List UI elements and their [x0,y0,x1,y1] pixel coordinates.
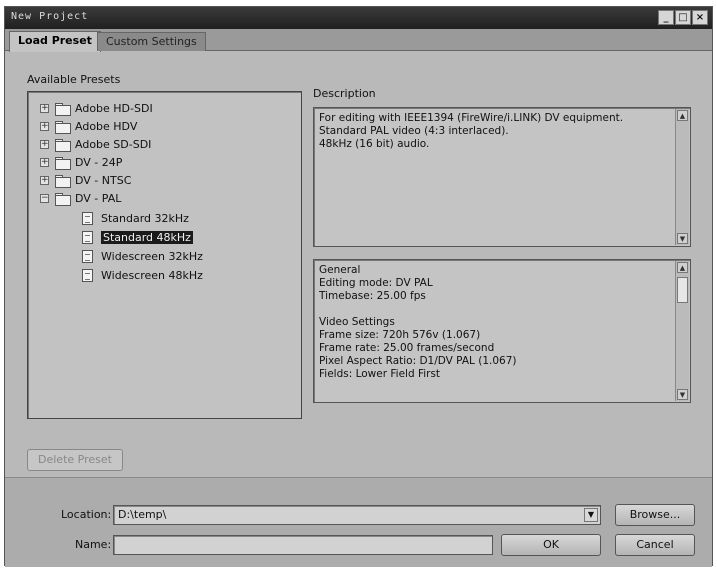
folder-icon [55,102,71,116]
title-bar[interactable]: New Project _ □ × [5,7,712,29]
delete-preset-button[interactable]: Delete Preset [27,449,123,471]
tree-item-label: DV - 24P [75,155,123,169]
tree-preset-widescreen-32khz[interactable]: Widescreen 32kHz [82,248,203,264]
tree-item-label: DV - NTSC [75,173,132,187]
cancel-button[interactable]: Cancel [615,534,695,556]
maximize-button[interactable]: □ [675,10,691,25]
settings-line: Pixel Aspect Ratio: D1/DV PAL (1.067) [319,355,517,367]
tree-item-label: Adobe HDV [75,119,138,133]
preset-file-icon [82,268,93,282]
settings-line: Frame size: 720h 576v (1.067) [319,329,481,341]
preset-file-icon [82,211,93,225]
chevron-down-icon[interactable]: ▼ [584,508,598,522]
window-title: New Project [11,11,89,22]
description-line: 48kHz (16 bit) audio. [319,138,430,150]
tree-preset-widescreen-48khz[interactable]: Widescreen 48kHz [82,267,203,283]
expand-icon[interactable]: + [40,175,49,185]
name-label: Name: [75,538,112,551]
tab-load-preset[interactable]: Load Preset [9,31,101,52]
collapse-icon[interactable]: − [40,193,49,203]
folder-icon [55,174,71,188]
settings-line: Editing mode: DV PAL [319,277,433,289]
folder-open-icon [55,192,71,206]
location-dropdown[interactable]: D:\temp\ ▼ [113,505,601,525]
tree-item-label: Widescreen 32kHz [101,249,203,263]
tree-folder-dv-ntsc[interactable]: + DV - NTSC [40,172,131,188]
expand-icon[interactable]: + [40,103,49,113]
tree-folder-adobe-sd-sdi[interactable]: + Adobe SD-SDI [40,136,151,152]
tree-preset-standard-32khz[interactable]: Standard 32kHz [82,210,189,226]
description-label: Description [313,87,376,100]
presets-tree[interactable]: + Adobe HD-SDI + Adobe HDV + Adobe SD-SD… [27,91,302,419]
available-presets-label: Available Presets [27,73,121,86]
tree-item-label: Adobe SD-SDI [75,137,152,151]
expand-icon[interactable]: + [40,157,49,167]
scroll-down-icon[interactable]: ▼ [677,233,688,244]
description-box[interactable]: For editing with IEEE1394 (FireWire/i.LI… [313,107,691,247]
location-value: D:\temp\ [118,508,167,521]
settings-scrollbar[interactable]: ▲ ▼ [675,261,689,401]
settings-line: Frame rate: 25.00 frames/second [319,342,495,354]
preset-file-icon [82,249,93,263]
preset-file-icon [82,230,93,244]
settings-heading: General [319,264,361,276]
tree-folder-adobe-hd-sdi[interactable]: + Adobe HD-SDI [40,100,153,116]
minimize-button[interactable]: _ [658,10,674,25]
scroll-down-icon[interactable]: ▼ [677,389,688,400]
tree-item-label: Adobe HD-SDI [75,101,153,115]
scroll-up-icon[interactable]: ▲ [677,262,688,273]
expand-icon[interactable]: + [40,139,49,149]
description-line: For editing with IEEE1394 (FireWire/i.LI… [319,112,624,124]
tab-bar: Load Preset Custom Settings [5,29,712,52]
tree-preset-standard-48khz[interactable]: Standard 48kHz [82,229,193,245]
preset-settings-box[interactable]: General Editing mode: DV PAL Timebase: 2… [313,259,691,403]
settings-heading: Video Settings [319,316,395,328]
folder-icon [55,156,71,170]
tree-item-label: Standard 32kHz [101,211,189,225]
tree-item-label-selected: Standard 48kHz [101,230,193,244]
tree-folder-dv-pal[interactable]: − DV - PAL [40,190,121,206]
ok-button[interactable]: OK [501,534,601,556]
project-location-panel: Location: D:\temp\ ▼ Browse... Name: OK … [5,477,712,567]
expand-icon[interactable]: + [40,121,49,131]
tab-custom-settings[interactable]: Custom Settings [97,32,206,51]
description-line: Standard PAL video (4:3 interlaced). [319,125,509,137]
description-scrollbar[interactable]: ▲ ▼ [675,109,689,245]
settings-spacer [319,303,685,316]
scroll-up-icon[interactable]: ▲ [677,110,688,121]
folder-icon [55,120,71,134]
scroll-thumb[interactable] [677,277,688,303]
tree-folder-dv-24p[interactable]: + DV - 24P [40,154,122,170]
tree-item-label: Widescreen 48kHz [101,268,203,282]
tree-item-label: DV - PAL [75,191,122,205]
new-project-dialog: New Project _ □ × Load Preset Custom Set… [4,6,713,567]
folder-icon [55,138,71,152]
browse-button[interactable]: Browse... [615,504,695,526]
settings-line: Fields: Lower Field First [319,368,441,380]
name-input[interactable] [113,535,493,555]
tree-folder-adobe-hdv[interactable]: + Adobe HDV [40,118,137,134]
close-button[interactable]: × [692,10,708,25]
location-label: Location: [61,508,112,521]
settings-line: Timebase: 25.00 fps [319,290,426,302]
